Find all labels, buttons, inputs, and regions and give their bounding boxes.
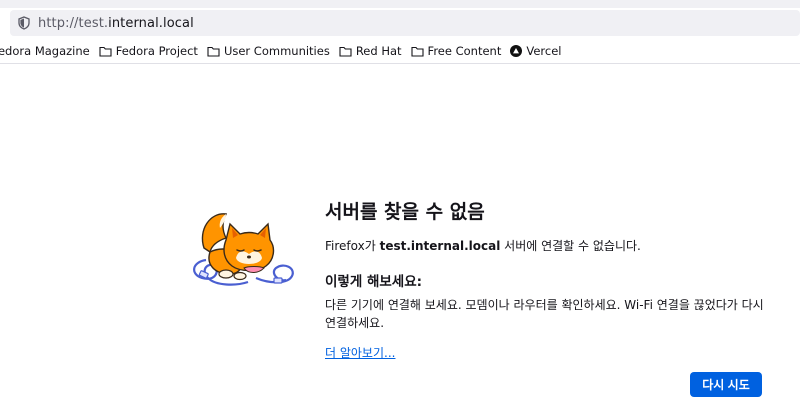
bookmark-label: Fedora Magazine [0, 44, 90, 58]
error-description: Firefox가 test.internal.local 서버에 연결할 수 없… [325, 239, 641, 253]
bookmark-vercel[interactable]: Vercel [510, 44, 561, 58]
address-bar[interactable]: http://test.internal.local [10, 10, 800, 36]
try-this-text: 다른 기기에 연결해 보세요. 모뎀이나 라우터를 확인하세요. Wi-Fi 연… [325, 298, 764, 330]
toolbar-divider [0, 63, 800, 64]
vercel-icon [510, 45, 523, 57]
folder-icon [207, 46, 220, 57]
fox-cable-illustration [193, 213, 294, 286]
bookmark-label: Fedora Project [115, 44, 198, 58]
error-title: 서버를 찾을 수 없음 [325, 201, 485, 223]
bookmark-folder-free-content[interactable]: Free Content [410, 44, 502, 58]
url-text[interactable]: http://test.internal.local [38, 16, 194, 31]
shield-icon[interactable] [16, 15, 32, 31]
bookmark-label: Free Content [427, 44, 502, 58]
retry-button[interactable]: 다시 시도 [690, 372, 762, 397]
folder-icon [410, 46, 424, 57]
bookmark-folder-user-communities[interactable]: User Communities [207, 44, 330, 58]
folder-icon [99, 46, 112, 57]
error-host: test.internal.local [379, 239, 501, 253]
bookmark-fedora-magazine[interactable]: Fedora Magazine [0, 44, 90, 58]
try-this-heading: 이렇게 해보세요: [325, 274, 423, 290]
bookmark-folder-red-hat[interactable]: Red Hat [339, 44, 402, 58]
bookmarks-toolbar: Fedora Magazine Fedora Project User Comm… [0, 40, 800, 62]
bookmark-label: User Communities [223, 44, 330, 58]
learn-more-link[interactable]: 더 알아보기... [325, 344, 395, 361]
window-top-strip [0, 0, 800, 8]
bookmark-label: Red Hat [355, 44, 402, 58]
folder-icon [339, 46, 352, 57]
bookmark-folder-fedora-project[interactable]: Fedora Project [99, 44, 198, 58]
bookmark-label: Vercel [526, 44, 562, 58]
